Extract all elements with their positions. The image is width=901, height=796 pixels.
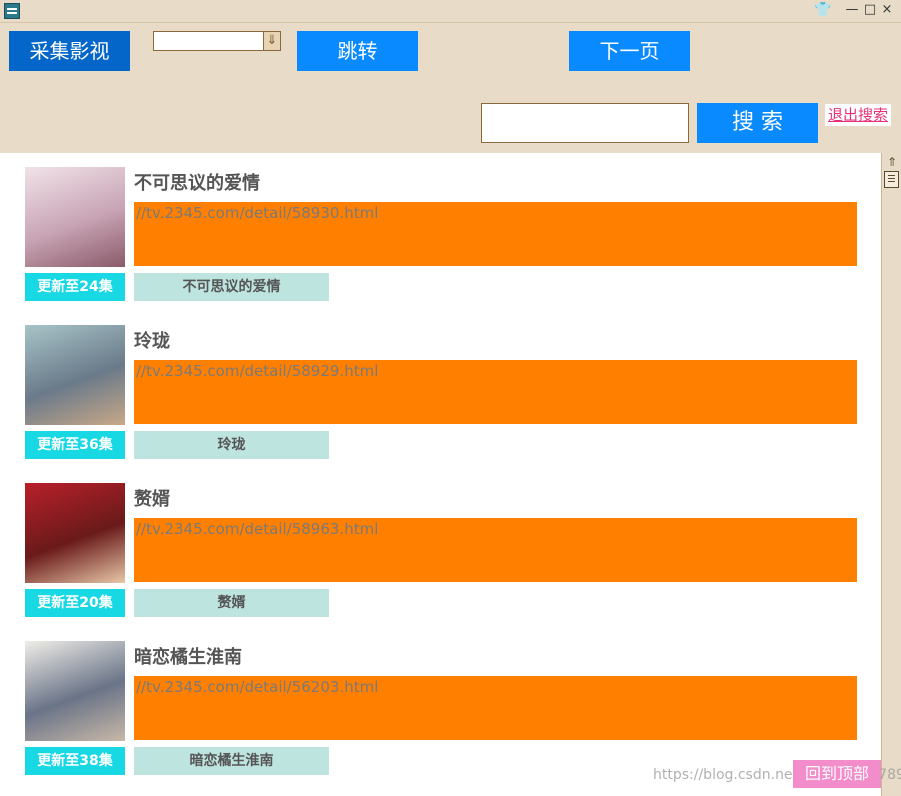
episode-badge: 更新至20集 [25,589,125,617]
close-icon[interactable]: × [879,2,895,18]
video-name-button[interactable]: 赘婿 [134,589,329,617]
video-name-button[interactable]: 玲珑 [134,431,329,459]
video-url[interactable]: //tv.2345.com/detail/58963.html [134,518,857,582]
poster-image[interactable] [25,325,125,425]
scroll-up-icon[interactable]: ⇑ [884,155,900,169]
maximize-icon[interactable]: □ [862,2,878,18]
page-select[interactable]: ⇓ [153,31,281,51]
list-item: 暗恋橘生淮南 //tv.2345.com/detail/56203.html 更… [0,627,881,785]
episode-badge: 更新至36集 [25,431,125,459]
list-item: 玲珑 //tv.2345.com/detail/58929.html 更新至36… [0,311,881,469]
list-item: 赘婿 //tv.2345.com/detail/58963.html 更新至20… [0,469,881,627]
video-list[interactable]: 不可思议的爱情 //tv.2345.com/detail/58930.html … [0,153,881,796]
dropdown-arrow-icon[interactable]: ⇓ [263,32,280,50]
poster-image[interactable] [25,167,125,267]
video-title: 玲珑 [134,331,170,352]
episode-badge: 更新至24集 [25,273,125,301]
app-window: 👕 — □ × 采集影视 ⇓ 跳转 下一页 搜 索 退出搜索 不可思议的爱情 /… [0,0,901,796]
episode-badge: 更新至38集 [25,747,125,775]
minimize-icon[interactable]: — [844,2,860,18]
app-icon [4,3,20,19]
video-url[interactable]: //tv.2345.com/detail/56203.html [134,676,857,740]
video-url[interactable]: //tv.2345.com/detail/58929.html [134,360,857,424]
exit-search-link[interactable]: 退出搜索 [825,104,892,126]
poster-image[interactable] [25,641,125,741]
skin-icon[interactable]: 👕 [814,2,831,18]
next-page-button[interactable]: 下一页 [569,31,690,71]
search-input[interactable] [481,103,689,143]
poster-image[interactable] [25,483,125,583]
video-name-button[interactable]: 暗恋橘生淮南 [134,747,329,775]
collect-videos-button[interactable]: 采集影视 [9,31,130,71]
search-button[interactable]: 搜 索 [697,103,818,143]
video-url[interactable]: //tv.2345.com/detail/58930.html [134,202,857,266]
video-title: 不可思议的爱情 [134,173,260,194]
video-title: 暗恋橘生淮南 [134,647,242,668]
list-item: 不可思议的爱情 //tv.2345.com/detail/58930.html … [0,153,881,311]
scroll-thumb[interactable] [884,171,899,188]
video-title: 赘婿 [134,489,170,510]
title-bar[interactable]: 👕 — □ × [0,0,901,23]
vertical-scrollbar[interactable]: ⇑ [881,153,901,796]
back-to-top-button[interactable]: 回到顶部 [793,760,881,788]
jump-button[interactable]: 跳转 [297,31,418,71]
video-name-button[interactable]: 不可思议的爱情 [134,273,329,301]
